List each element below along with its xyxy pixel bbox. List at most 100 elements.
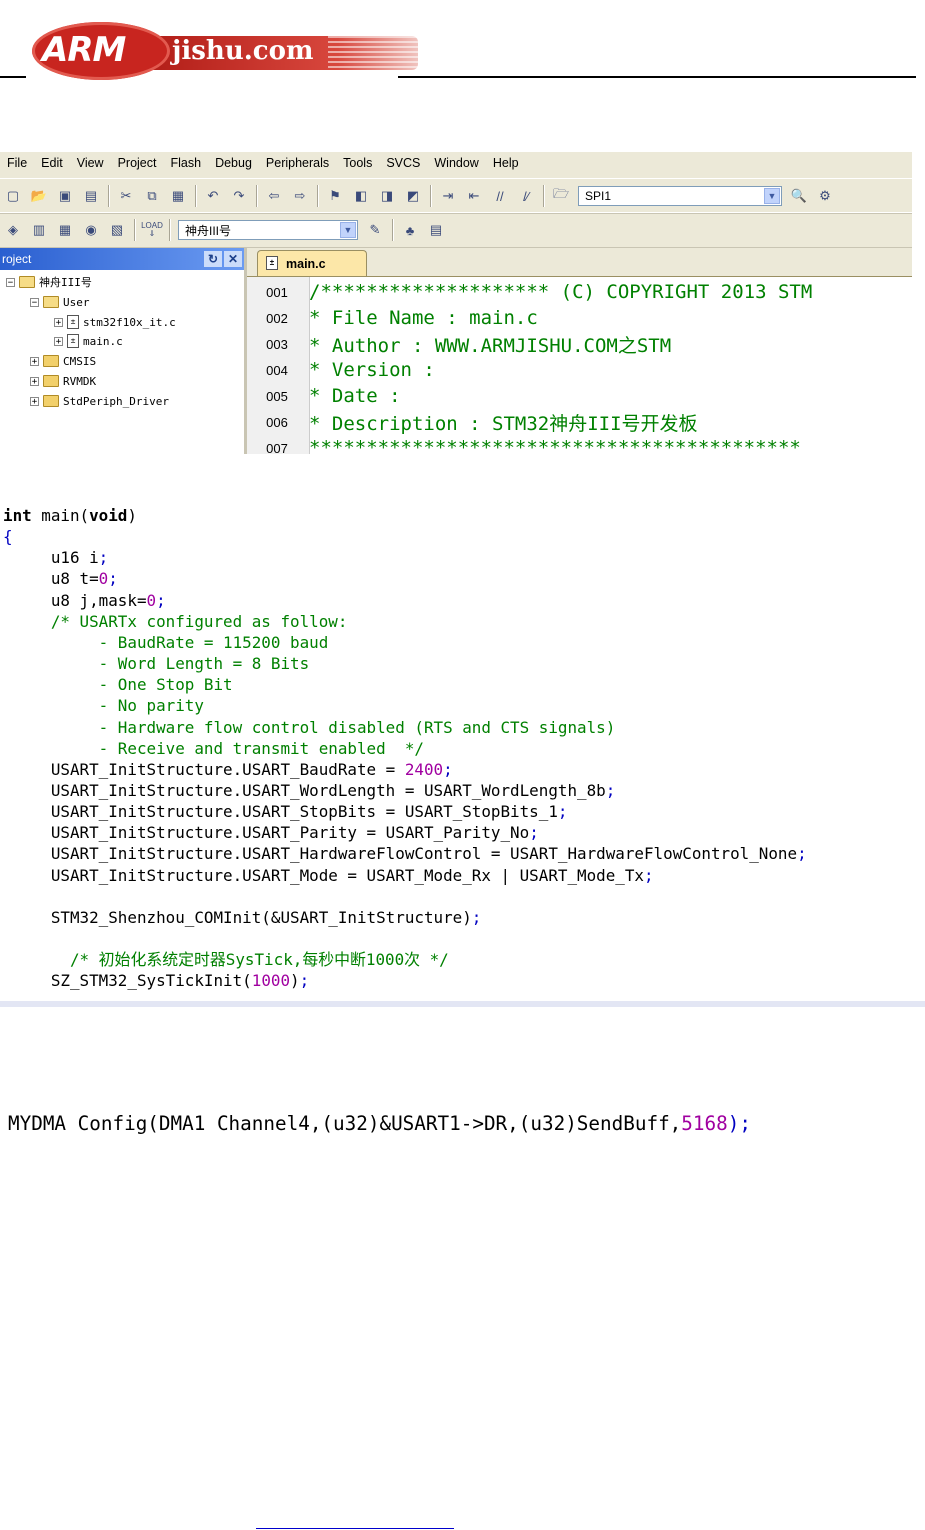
copy-icon[interactable]: ⧉ (142, 186, 162, 206)
redo-icon[interactable]: ↷ (229, 186, 249, 206)
dma-config-line: MYDMA Config(DMA1 Channel4,(u32)&USART1-… (8, 1112, 751, 1135)
toolbar-main: ▢ 📂 ▣ ▤ ✂ ⧉ ▦ ↶ ↷ ⇦ ⇨ ⚑ ◧ ◨ ◩ ⇥ ⇤ // /⁄ … (0, 178, 912, 214)
c-file-icon: ± (266, 256, 278, 270)
translate-icon[interactable]: ◈ (3, 220, 23, 240)
tab-main-c[interactable]: ± main.c (257, 250, 367, 276)
rebuild-icon[interactable]: ▦ (55, 220, 75, 240)
chevron-down-icon[interactable]: ▼ (764, 188, 780, 204)
tree-item-label: StdPeriph_Driver (63, 394, 169, 408)
bookmark-clear-icon[interactable]: ◩ (403, 186, 423, 206)
menu-item-debug[interactable]: Debug (208, 156, 259, 170)
menu-item-project[interactable]: Project (111, 156, 164, 170)
unindent-icon[interactable]: ⇤ (464, 186, 484, 206)
expand-icon[interactable]: + (54, 336, 63, 346)
nav-back-icon[interactable]: ⇦ (264, 186, 284, 206)
pin-icon[interactable]: ↻ (204, 251, 222, 267)
source-token: - One Stop Bit (3, 675, 233, 695)
line-number: 002 (266, 310, 288, 326)
folder-open-icon (19, 276, 35, 288)
folder-icon (43, 355, 59, 367)
cut-icon[interactable]: ✂ (116, 186, 136, 206)
tree-item[interactable]: + StdPeriph_Driver (30, 392, 169, 410)
line-number: 007 (266, 440, 288, 455)
menu-item-peripherals[interactable]: Peripherals (259, 156, 336, 170)
source-line: STM32_Shenzhou_COMInit(&USART_InitStruct… (3, 907, 482, 928)
build-icon[interactable]: ▥ (29, 220, 49, 240)
find-combo[interactable]: SPI1 ▼ (578, 186, 782, 206)
manage-components-icon[interactable]: ♣ (400, 220, 420, 240)
menu-bar: File Edit View Project Flash Debug Peripherals… (0, 152, 912, 174)
tree-item[interactable]: − 神舟III号 (6, 273, 92, 291)
menu-item-file[interactable]: File (0, 156, 34, 170)
save-icon[interactable]: ▣ (55, 186, 75, 206)
source-token: USART_InitStructure.USART_StopBits = USA… (3, 802, 558, 822)
tree-item[interactable]: − User (30, 293, 90, 311)
toolbar-build: ◈ ▥ ▦ ◉ ▧ LOAD ⇓ 神舟III号 ▼ ✎ ♣ ▤ (0, 212, 912, 248)
target-combo[interactable]: 神舟III号 ▼ (178, 220, 358, 240)
find-in-files-icon[interactable]: 🗁 (551, 186, 571, 206)
close-icon[interactable]: ✕ (224, 251, 242, 267)
paste-icon[interactable]: ▦ (168, 186, 188, 206)
source-line: - BaudRate = 115200 baud (3, 632, 329, 653)
menu-item-tools[interactable]: Tools (336, 156, 379, 170)
folder-open-icon (43, 296, 59, 308)
tree-item[interactable]: + CMSIS (30, 352, 96, 370)
new-file-icon[interactable]: ▢ (3, 186, 23, 206)
logo-arm-text: ARM (42, 30, 126, 70)
menu-item-flash[interactable]: Flash (163, 156, 208, 170)
save-all-icon[interactable]: ▤ (81, 186, 101, 206)
menu-item-window[interactable]: Window (427, 156, 485, 170)
source-token: { (3, 527, 13, 547)
download-icon[interactable]: LOAD ⇓ (141, 220, 163, 240)
folder-icon (43, 395, 59, 407)
menu-item-view[interactable]: View (70, 156, 111, 170)
dma-token: MYDMA Config(DMA1 Channel4,(u32)&USART1-… (8, 1112, 682, 1135)
bookmark-prev-icon[interactable]: ◧ (351, 186, 371, 206)
line-number: 003 (266, 336, 288, 352)
source-token: u8 t= (3, 569, 99, 589)
open-folder-icon[interactable]: 📂 (29, 186, 49, 206)
source-token: /* 初始化系统定时器SysTick,每秒中断1000次 */ (3, 950, 449, 970)
menu-item-edit[interactable]: Edit (34, 156, 70, 170)
target-options-icon[interactable]: ✎ (365, 220, 385, 240)
batch-build-icon[interactable]: ◉ (81, 220, 101, 240)
expand-icon[interactable]: + (30, 356, 39, 366)
source-token: ) (290, 971, 300, 991)
bookmark-icon[interactable]: ⚑ (325, 186, 345, 206)
expand-icon[interactable]: + (30, 376, 39, 386)
comment-icon[interactable]: // (490, 186, 510, 206)
source-token: - Receive and transmit enabled */ (3, 738, 424, 758)
source-line: SZ_STM32_SysTickInit(1000); (3, 970, 309, 991)
code-area[interactable]: 001 /******************** (C) COPYRIGHT 2… (247, 276, 912, 454)
chevron-down-icon[interactable]: ▼ (340, 222, 356, 238)
collapse-icon[interactable]: − (6, 277, 15, 287)
menu-item-svcs[interactable]: SVCS (379, 156, 427, 170)
tree-item[interactable]: + ± stm32f10x_it.c (54, 313, 176, 331)
source-token: - Word Length = 8 Bits (3, 654, 310, 674)
uncomment-icon[interactable]: /⁄ (516, 186, 536, 206)
menu-item-help[interactable]: Help (486, 156, 526, 170)
stop-build-icon[interactable]: ▧ (107, 220, 127, 240)
tree-item[interactable]: + RVMDK (30, 372, 96, 390)
indent-icon[interactable]: ⇥ (438, 186, 458, 206)
code-line: 002 * File Name : main.c (247, 305, 538, 331)
tab-label: main.c (286, 256, 326, 271)
expand-icon[interactable]: + (30, 396, 39, 406)
source-token: void (89, 506, 128, 525)
armjishu-logo: ARM jishu.com (32, 22, 418, 82)
source-line: USART_InitStructure.USART_Mode = USART_M… (3, 865, 654, 886)
source-line: /* USARTx configured as follow: (3, 611, 348, 632)
debug-session-icon[interactable]: ⚙ (815, 186, 835, 206)
expand-icon[interactable]: + (54, 317, 63, 327)
collapse-icon[interactable]: − (30, 297, 39, 307)
source-token: - Hardware flow control disabled (RTS an… (3, 717, 616, 737)
bookmark-next-icon[interactable]: ◨ (377, 186, 397, 206)
nav-forward-icon[interactable]: ⇨ (290, 186, 310, 206)
tree-item[interactable]: + ± main.c (54, 332, 123, 350)
source-token: 0 (98, 569, 109, 589)
find-icon[interactable]: 🔍 (789, 186, 809, 206)
undo-icon[interactable]: ↶ (203, 186, 223, 206)
find-combo-value: SPI1 (585, 189, 612, 203)
source-token: int (3, 506, 32, 525)
select-packs-icon[interactable]: ▤ (426, 220, 446, 240)
